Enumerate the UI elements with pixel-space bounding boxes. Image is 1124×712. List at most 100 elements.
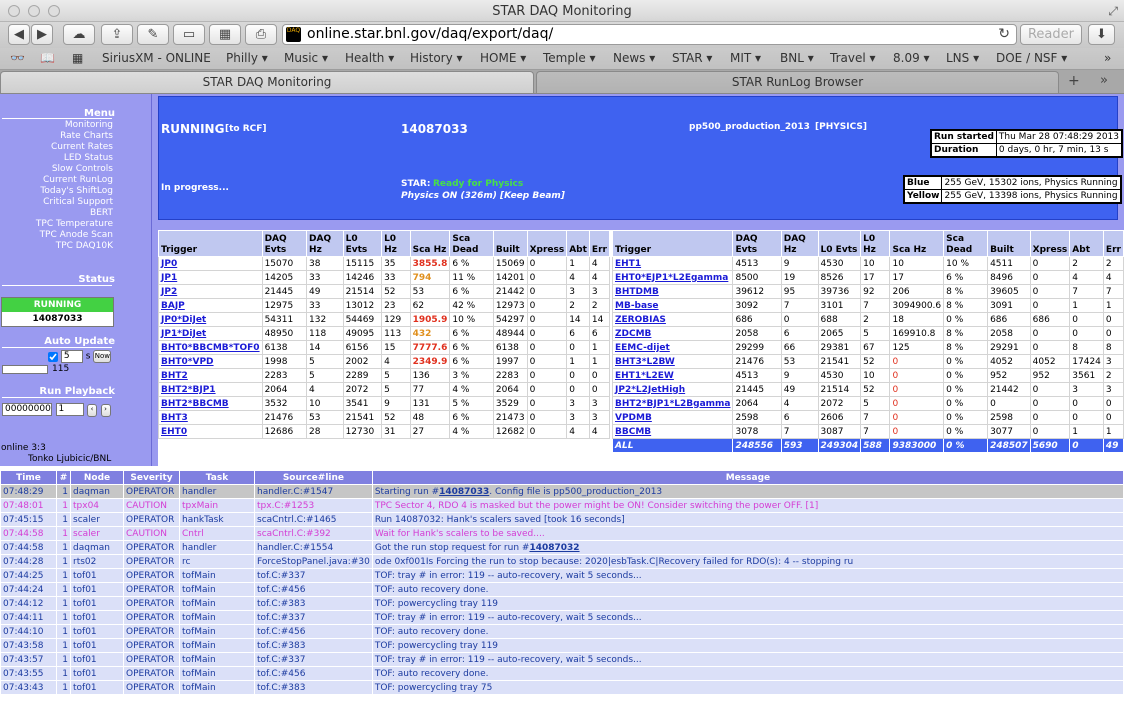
bookmark-history[interactable]: History ▾: [410, 51, 463, 65]
reading-glasses-icon[interactable]: 👓: [10, 51, 25, 65]
playback-next-button[interactable]: ›: [100, 404, 111, 417]
trigger-name-link[interactable]: ZDCMB: [611, 326, 734, 341]
trigger-name-link[interactable]: MB-base: [611, 298, 734, 313]
top-sites-button[interactable]: ▦: [209, 24, 241, 45]
more-bookmarks-icon[interactable]: »: [1104, 51, 1111, 65]
update-now-button[interactable]: Now: [93, 350, 112, 363]
bookmark-mit[interactable]: MIT ▾: [730, 51, 761, 65]
trigger-name-link[interactable]: BHT0*VPD: [158, 354, 263, 369]
reading-list-button[interactable]: ▭: [173, 24, 205, 45]
bookmark-lns[interactable]: LNS ▾: [946, 51, 979, 65]
trigger-name-link[interactable]: JP0: [158, 256, 263, 271]
back-button[interactable]: ◀: [8, 24, 30, 45]
playback-run-input[interactable]: 00000000: [2, 403, 52, 416]
trigger-name-link[interactable]: BHT2*BJP1*L2Bgamma: [611, 396, 734, 411]
trigger-name-link[interactable]: BHT3*L2BW: [611, 354, 734, 369]
annotate-button[interactable]: ✎: [137, 24, 169, 45]
log-row[interactable]: 07:45:15 1 scaler OPERATOR hankTask scaCntrl.…: [0, 512, 1124, 527]
trigger-name-link[interactable]: VPDMB: [611, 410, 734, 425]
downloads-button[interactable]: ⬇: [1088, 24, 1115, 45]
auto-update-interval-input[interactable]: 5: [60, 350, 83, 363]
top-sites-grid-icon[interactable]: ▦: [72, 51, 83, 65]
trigger-name-link[interactable]: BHT0*BBCMB*TOF0: [158, 340, 263, 355]
log-row[interactable]: 07:48:29 1 daqman OPERATOR handler handler.C:…: [0, 484, 1124, 499]
trigger-name-link[interactable]: EHT1: [611, 256, 734, 271]
bookmark-temple[interactable]: Temple ▾: [543, 51, 596, 65]
bookmark-star[interactable]: STAR ▾: [672, 51, 712, 65]
trigger-name-link[interactable]: EHT0*EJP1*L2Egamma: [611, 270, 734, 285]
bookmark-philly[interactable]: Philly ▾: [226, 51, 268, 65]
trigger-name-link[interactable]: BHT3: [158, 410, 263, 425]
new-tab-icon[interactable]: +: [1068, 73, 1080, 89]
sidebar-item-monitoring[interactable]: Monitoring: [65, 120, 113, 130]
trigger-name-link[interactable]: ZEROBIAS: [611, 312, 734, 327]
forward-button[interactable]: ▶: [31, 24, 53, 45]
log-row[interactable]: 07:44:11 1 tof01 OPERATOR tofMain tof.C:#337 T…: [0, 610, 1124, 625]
sidebar-item-slow-controls[interactable]: Slow Controls: [52, 164, 113, 174]
sidebar-item-rate-charts[interactable]: Rate Charts: [60, 131, 113, 141]
sidebar-item-led-status[interactable]: LED Status: [64, 153, 113, 163]
trigger-name-link[interactable]: BBCMB: [611, 424, 734, 439]
bookmark-health[interactable]: Health ▾: [345, 51, 394, 65]
log-row[interactable]: 07:44:25 1 tof01 OPERATOR tofMain tof.C:#337 T…: [0, 568, 1124, 583]
bookmark-home[interactable]: HOME ▾: [480, 51, 526, 65]
address-bar[interactable]: DAQ online.star.bnl.gov/daq/export/daq/ …: [282, 24, 1017, 45]
playback-prev-button[interactable]: ‹: [87, 404, 97, 417]
log-row[interactable]: 07:48:01 1 tpx04 CAUTION tpxMain tpx.C:#1253 T…: [0, 498, 1124, 513]
bookmark-doe-nsf[interactable]: DOE / NSF ▾: [996, 51, 1067, 65]
log-row[interactable]: 07:43:58 1 tof01 OPERATOR tofMain tof.C:#383 T…: [0, 638, 1124, 653]
log-row[interactable]: 07:43:57 1 tof01 OPERATOR tofMain tof.C:#337 T…: [0, 652, 1124, 667]
auto-update-checkbox[interactable]: [48, 351, 58, 362]
trigger-name-link[interactable]: EEMC-dijet: [611, 340, 734, 355]
bookmark-news[interactable]: News ▾: [613, 51, 655, 65]
trigger-name-link[interactable]: BHT2*BJP1: [158, 382, 263, 397]
trigger-name-link[interactable]: JP0*DiJet: [158, 312, 263, 327]
log-row[interactable]: 07:44:58 1 daqman OPERATOR handler handler.C:…: [0, 540, 1124, 555]
sidebar-item-tpc-temperature[interactable]: TPC Temperature: [36, 219, 113, 229]
share-button[interactable]: ⇪: [101, 24, 133, 45]
sidebar-item-tpc-anode-scan[interactable]: TPC Anode Scan: [40, 230, 113, 240]
trigger-name-link[interactable]: EHT1*L2EW: [611, 368, 734, 383]
run-number-link[interactable]: 14087032: [529, 543, 579, 553]
sidebar-item-current-rates[interactable]: Current Rates: [51, 142, 113, 152]
log-row[interactable]: 07:44:28 1 rts02 OPERATOR rc ForceStopPanel.j…: [0, 554, 1124, 569]
fullscreen-icon[interactable]: ⤢: [1108, 4, 1118, 19]
trigger-name-link[interactable]: JP1: [158, 270, 263, 285]
icloud-tabs-button[interactable]: ☁: [63, 24, 95, 45]
log-row[interactable]: 07:44:24 1 tof01 OPERATOR tofMain tof.C:#456 T…: [0, 582, 1124, 597]
trigger-name-link[interactable]: BHTDMB: [611, 284, 734, 299]
trigger-name-link[interactable]: JP1*DiJet: [158, 326, 263, 341]
playback-step-input[interactable]: 1: [55, 403, 84, 416]
bookmarks-book-icon[interactable]: 📖: [40, 51, 55, 65]
bookmark-bnl[interactable]: BNL ▾: [780, 51, 814, 65]
trigger-name-link[interactable]: EHT0: [158, 424, 263, 439]
trigger-name-link[interactable]: JP2*L2JetHigh: [611, 382, 734, 397]
run-number-link[interactable]: 14087033: [439, 487, 489, 497]
log-row[interactable]: 07:44:12 1 tof01 OPERATOR tofMain tof.C:#383 T…: [0, 596, 1124, 611]
reload-icon[interactable]: ↻: [998, 26, 1010, 42]
log-row[interactable]: 07:44:10 1 tof01 OPERATOR tofMain tof.C:#456 T…: [0, 624, 1124, 639]
sidebar-item-tpc-daq10k[interactable]: TPC DAQ10K: [56, 241, 113, 251]
log-row[interactable]: 07:43:55 1 tof01 OPERATOR tofMain tof.C:#456 T…: [0, 666, 1124, 681]
reader-button[interactable]: Reader: [1020, 24, 1082, 45]
tab-daq-monitoring[interactable]: STAR DAQ Monitoring: [0, 71, 534, 93]
sidebar-item-today-s-shiftlog[interactable]: Today's ShiftLog: [40, 186, 113, 196]
trigger-name-link[interactable]: BHT2*BBCMB: [158, 396, 263, 411]
tab-runlog-browser[interactable]: STAR RunLog Browser: [536, 71, 1059, 93]
trigger-name-link[interactable]: BHT2: [158, 368, 263, 383]
tab-overflow-icon[interactable]: »: [1100, 73, 1108, 88]
log-row[interactable]: 07:44:58 1 scaler CAUTION Cntrl scaCntrl.C:#3…: [0, 526, 1124, 541]
sidebar-item-bert[interactable]: BERT: [90, 208, 113, 218]
bookmark-809[interactable]: 8.09 ▾: [893, 51, 930, 65]
bookmark-sirius[interactable]: SiriusXM - ONLINE: [102, 51, 211, 65]
trigger-name-link[interactable]: BAJP: [158, 298, 263, 313]
url-text[interactable]: online.star.bnl.gov/daq/export/daq/: [307, 26, 553, 42]
log-src-cell: tpx.C:#1253: [254, 498, 373, 513]
trigger-name-link[interactable]: JP2: [158, 284, 263, 299]
bookmark-travel[interactable]: Travel ▾: [830, 51, 876, 65]
sidebar-item-current-runlog[interactable]: Current RunLog: [43, 175, 113, 185]
log-row[interactable]: 07:43:43 1 tof01 OPERATOR tofMain tof.C:#383 T…: [0, 680, 1124, 695]
sidebar-item-critical-support[interactable]: Critical Support: [43, 197, 113, 207]
print-button[interactable]: ⎙: [245, 24, 277, 45]
bookmark-music[interactable]: Music ▾: [284, 51, 328, 65]
